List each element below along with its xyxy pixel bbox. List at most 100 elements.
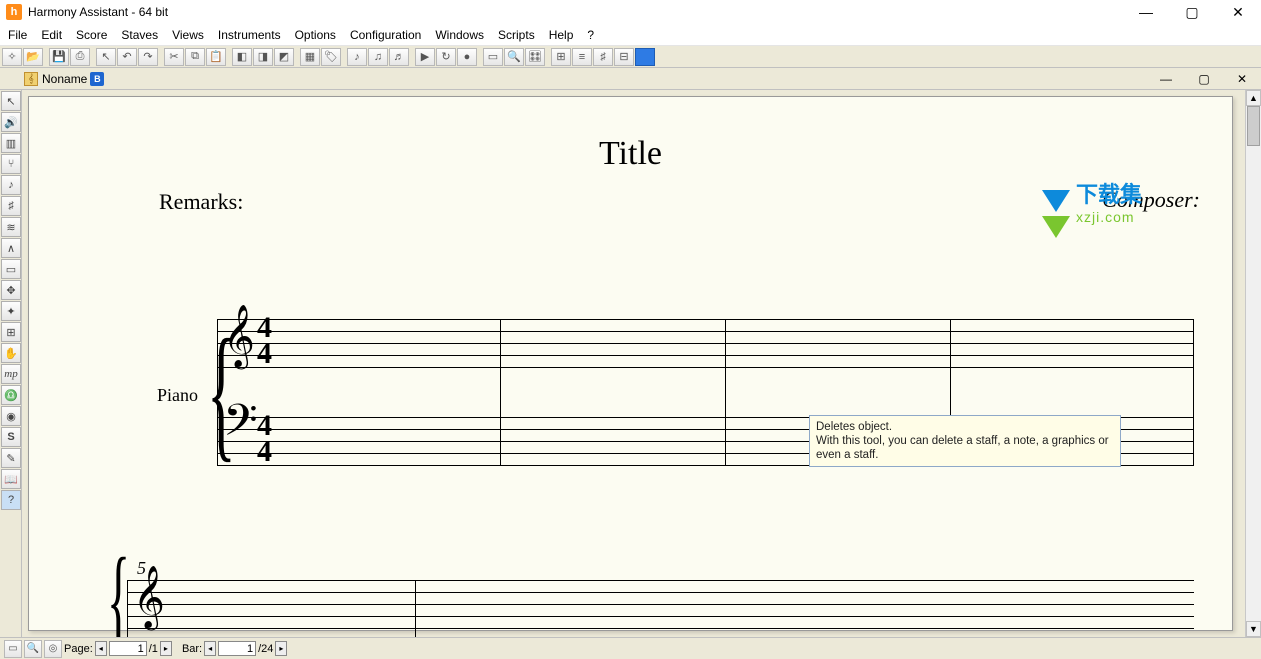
toolbar-mark3-icon[interactable]: ◩ (274, 48, 294, 66)
bar-next-button[interactable]: ▸ (275, 641, 287, 656)
tool-help-icon[interactable]: ? (1, 490, 21, 510)
toolbar-tag-icon[interactable]: 🏷 (321, 48, 341, 66)
treble-staff-2[interactable]: 𝄞 (127, 580, 1194, 628)
toolbar-paste-icon[interactable]: 📋 (206, 48, 226, 66)
toolbar-loop-icon[interactable]: ↻ (436, 48, 456, 66)
tool-dot-icon[interactable]: ◉ (1, 406, 21, 426)
toolbar-bluebtn-icon[interactable] (635, 48, 655, 66)
tool-speaker-icon[interactable]: 🔊 (1, 112, 21, 132)
toolbar-note1-icon[interactable]: ♪ (347, 48, 367, 66)
treble-clef-icon: 𝄞 (223, 309, 255, 363)
score-title[interactable]: Title (29, 135, 1232, 173)
tool-wave-icon[interactable]: ≋ (1, 217, 21, 237)
tool-piano-icon[interactable]: ▥ (1, 133, 21, 153)
page-prev-button[interactable]: ◂ (95, 641, 107, 656)
watermark: 下载集 xzji.com (1042, 177, 1142, 225)
tool-hand-icon[interactable]: ✋ (1, 343, 21, 363)
menu-instruments[interactable]: Instruments (218, 28, 281, 42)
toolbar-seg3-icon[interactable]: ♯ (593, 48, 613, 66)
toolbar-seg4-icon[interactable]: ⊟ (614, 48, 634, 66)
treble-staff[interactable]: 𝄞 44 (217, 319, 1194, 367)
toolbar-note3-icon[interactable]: ♬ (389, 48, 409, 66)
menu-views[interactable]: Views (172, 28, 204, 42)
window-titlebar: h Harmony Assistant - 64 bit — ▢ ✕ (0, 0, 1261, 24)
menu-options[interactable]: Options (295, 28, 336, 42)
doc-close-button[interactable]: ✕ (1223, 69, 1261, 89)
toolbar-mark1-icon[interactable]: ◧ (232, 48, 252, 66)
toolbar-separator (478, 48, 482, 66)
tool-note-icon[interactable]: ♪ (1, 175, 21, 195)
toolbar-new-icon[interactable]: ✧ (2, 48, 22, 66)
page-input[interactable] (109, 641, 147, 656)
menu-score[interactable]: Score (76, 28, 107, 42)
toolbar-mixer-icon[interactable]: 🎛 (525, 48, 545, 66)
window-close-button[interactable]: ✕ (1215, 0, 1261, 24)
bar-prev-button[interactable]: ◂ (204, 641, 216, 656)
toolbar-save-icon[interactable]: 💾 (49, 48, 69, 66)
menubar: File Edit Score Staves Views Instruments… (0, 24, 1261, 46)
menu-help[interactable]: Help (549, 28, 574, 42)
toolbar-separator (44, 48, 48, 66)
toolbar-undo-icon[interactable]: ↶ (117, 48, 137, 66)
tool-pencil-icon[interactable]: ✎ (1, 448, 21, 468)
doc-minimize-button[interactable]: — (1147, 69, 1185, 89)
toolbar-rec-icon[interactable]: ● (457, 48, 477, 66)
toolbar-redo-icon[interactable]: ↷ (138, 48, 158, 66)
toolbar-zoom-icon[interactable]: 🔍 (504, 48, 524, 66)
menu-configuration[interactable]: Configuration (350, 28, 421, 42)
toolbar-open-icon[interactable]: 📂 (23, 48, 43, 66)
tool-balance-icon[interactable]: ♎ (1, 385, 21, 405)
toolbar-cursor-icon[interactable]: ↖ (96, 48, 116, 66)
tool-layout-icon[interactable]: ▭ (1, 259, 21, 279)
tool-fx-icon[interactable]: ✦ (1, 301, 21, 321)
document-icon: 𝄞 (24, 72, 38, 86)
toolbar-print-icon[interactable]: ⎙ (70, 48, 90, 66)
tool-s-icon[interactable]: S (1, 427, 21, 447)
vertical-scrollbar[interactable]: ▲ ▼ (1245, 90, 1261, 637)
toolbar-seg2-icon[interactable]: ≡ (572, 48, 592, 66)
menu-edit[interactable]: Edit (41, 28, 62, 42)
bar-input[interactable] (218, 641, 256, 656)
tool-mp-icon[interactable]: mp (1, 364, 21, 384)
window-title: Harmony Assistant - 64 bit (28, 5, 168, 19)
main-toolbar: ✧ 📂 💾 ⎙ ↖ ↶ ↷ ✂ ⧉ 📋 ◧ ◨ ◩ ▦ 🏷 ♪ ♫ ♬ ▶ ↻ … (0, 46, 1261, 68)
window-maximize-button[interactable]: ▢ (1169, 0, 1215, 24)
menu-scripts[interactable]: Scripts (498, 28, 535, 42)
score-canvas[interactable]: Title Remarks: Composer: 下载集 xzji.com Pi… (22, 90, 1261, 637)
tool-arrow-icon[interactable]: ↖ (1, 91, 21, 111)
doc-maximize-button[interactable]: ▢ (1185, 69, 1223, 89)
document-name[interactable]: Noname (42, 72, 87, 86)
tool-sharp-icon[interactable]: ♯ (1, 196, 21, 216)
menu-question[interactable]: ? (587, 28, 594, 42)
toolbar-play-icon[interactable]: ▶ (415, 48, 435, 66)
page-next-button[interactable]: ▸ (160, 641, 172, 656)
watermark-text1: 下载集 (1076, 177, 1142, 209)
tool-book-icon[interactable]: 📖 (1, 469, 21, 489)
scroll-thumb[interactable] (1247, 106, 1260, 146)
menu-windows[interactable]: Windows (435, 28, 484, 42)
status-zoom-icon[interactable]: 🔍 (24, 640, 42, 658)
menu-file[interactable]: File (8, 28, 27, 42)
window-minimize-button[interactable]: — (1123, 0, 1169, 24)
toolbar-mark2-icon[interactable]: ◨ (253, 48, 273, 66)
watermark-text2: xzji.com (1076, 209, 1142, 225)
toolbar-copy-icon[interactable]: ⧉ (185, 48, 205, 66)
scroll-down-icon[interactable]: ▼ (1246, 621, 1261, 637)
scroll-up-icon[interactable]: ▲ (1246, 90, 1261, 106)
toolbar-seg1-icon[interactable]: ⊞ (551, 48, 571, 66)
tool-grid-icon[interactable]: ⊞ (1, 322, 21, 342)
status-target-icon[interactable]: ◎ (44, 640, 62, 658)
toolbar-segment-icon[interactable]: ▭ (483, 48, 503, 66)
status-mode-icon[interactable]: ▭ (4, 640, 22, 658)
tool-drag-icon[interactable]: ✥ (1, 280, 21, 300)
tool-tuning-icon[interactable]: ⑂ (1, 154, 21, 174)
bass-clef-icon: 𝄢 (223, 399, 258, 453)
tool-caretup-icon[interactable]: ∧ (1, 238, 21, 258)
menu-staves[interactable]: Staves (121, 28, 158, 42)
watermark-arrow-icon (1042, 190, 1070, 212)
toolbar-note2-icon[interactable]: ♫ (368, 48, 388, 66)
toolbar-cut-icon[interactable]: ✂ (164, 48, 184, 66)
toolbar-grid-icon[interactable]: ▦ (300, 48, 320, 66)
score-page: Title Remarks: Composer: 下载集 xzji.com Pi… (28, 96, 1233, 631)
treble-clef-icon: 𝄞 (133, 570, 165, 624)
